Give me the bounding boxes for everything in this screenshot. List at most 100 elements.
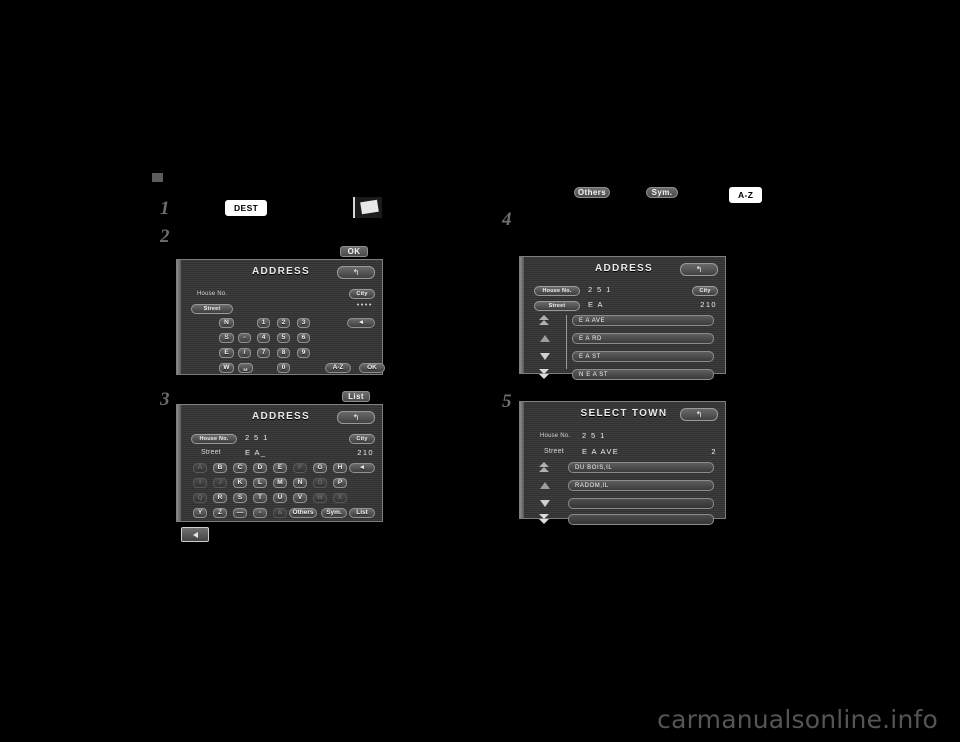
az-button-label: A-Z xyxy=(731,189,761,201)
others-button-inline[interactable]: Others xyxy=(574,187,610,198)
list-item-label: E A ST xyxy=(579,353,601,360)
key-M[interactable]: M xyxy=(273,478,287,488)
map-thumbnail-icon xyxy=(353,197,382,218)
house-no-button[interactable]: House No. xyxy=(191,434,237,444)
scroll-page-up-icon[interactable] xyxy=(538,315,551,326)
return-icon[interactable]: ↰ xyxy=(337,411,375,424)
key-N[interactable]: N xyxy=(219,318,234,328)
list-item[interactable]: RADOM,IL xyxy=(568,480,714,491)
key-X[interactable]: X xyxy=(333,493,347,503)
key-2[interactable]: 2 xyxy=(277,318,290,328)
key-Z[interactable]: Z xyxy=(213,508,227,518)
step-3-number: 3 xyxy=(160,389,170,410)
key-H[interactable]: H xyxy=(333,463,347,473)
key-space[interactable]: ␣ xyxy=(238,363,253,373)
key-hyphen[interactable]: - xyxy=(253,508,267,518)
key-space[interactable]: — xyxy=(233,508,247,518)
key-9[interactable]: 9 xyxy=(297,348,310,358)
result-count: 2 xyxy=(711,447,717,456)
scroll-down-icon[interactable] xyxy=(538,498,551,509)
key-L[interactable]: L xyxy=(253,478,267,488)
key-8[interactable]: 8 xyxy=(277,348,290,358)
key-hyphen[interactable]: - xyxy=(238,333,251,343)
key-0[interactable]: 0 xyxy=(277,363,290,373)
scroll-page-down-icon[interactable] xyxy=(538,369,551,380)
city-button[interactable]: City xyxy=(349,289,375,299)
key-S[interactable]: S xyxy=(219,333,234,343)
street-value: E A AVE xyxy=(582,447,620,456)
list-button-step3[interactable]: List xyxy=(342,391,370,402)
back-arrow-icon[interactable] xyxy=(181,527,209,542)
key-4[interactable]: 4 xyxy=(257,333,270,343)
key-C[interactable]: C xyxy=(233,463,247,473)
address-street-list-panel: ADDRESS ↰ House No. 2 5 1 City Street E … xyxy=(519,256,726,380)
list-item-label: E A AVE xyxy=(579,317,606,324)
sym-button-inline[interactable]: Sym. xyxy=(646,187,678,198)
return-icon[interactable]: ↰ xyxy=(680,408,718,421)
key-I[interactable]: I xyxy=(193,478,207,488)
ok-button-step2[interactable]: OK xyxy=(340,246,368,257)
key-1[interactable]: 1 xyxy=(257,318,270,328)
backspace-key[interactable]: ◄ xyxy=(349,463,375,473)
key-E[interactable]: E xyxy=(273,463,287,473)
list-item[interactable]: DU BOIS,IL xyxy=(568,462,714,473)
return-icon[interactable]: ↰ xyxy=(680,263,718,276)
key-R[interactable]: R xyxy=(213,493,227,503)
house-no-label: House No. xyxy=(197,291,228,297)
list-item[interactable] xyxy=(568,498,714,509)
key-G[interactable]: G xyxy=(313,463,327,473)
house-no-value: 2 5 1 xyxy=(588,285,612,294)
key-A[interactable]: A xyxy=(193,463,207,473)
return-icon[interactable]: ↰ xyxy=(337,266,375,279)
key-V[interactable]: V xyxy=(293,493,307,503)
key-D[interactable]: D xyxy=(253,463,267,473)
address-alpha-panel: ADDRESS ↰ House No. 2 5 1 City Street E … xyxy=(176,404,383,522)
scroll-up-icon[interactable] xyxy=(538,480,551,491)
city-button[interactable]: City xyxy=(349,434,375,444)
key-Y[interactable]: Y xyxy=(193,508,207,518)
list-key[interactable]: List xyxy=(349,508,375,518)
key-J[interactable]: J xyxy=(213,478,227,488)
list-item[interactable]: E A RD xyxy=(572,333,714,344)
key-O[interactable]: O xyxy=(313,478,327,488)
az-key[interactable]: A-Z xyxy=(325,363,351,373)
backspace-key[interactable]: ◄ xyxy=(347,318,375,328)
key-K[interactable]: K xyxy=(233,478,247,488)
panel-left-rail xyxy=(177,260,181,374)
ok-key[interactable]: OK xyxy=(359,363,385,373)
result-count: 210 xyxy=(357,448,374,457)
key-F[interactable]: F xyxy=(293,463,307,473)
key-W[interactable]: W xyxy=(313,493,327,503)
key-T[interactable]: T xyxy=(253,493,267,503)
scroll-page-down-icon[interactable] xyxy=(538,514,551,525)
key-B[interactable]: B xyxy=(213,463,227,473)
house-no-button[interactable]: House No. xyxy=(534,286,580,296)
key-Q[interactable]: Q xyxy=(193,493,207,503)
list-item[interactable] xyxy=(568,514,714,525)
az-button-inline[interactable]: A-Z xyxy=(729,187,763,203)
city-button[interactable]: City xyxy=(692,286,718,296)
scroll-page-up-icon[interactable] xyxy=(538,462,551,473)
list-item[interactable]: E A AVE xyxy=(572,315,714,326)
key-7[interactable]: 7 xyxy=(257,348,270,358)
key-P[interactable]: P xyxy=(333,478,347,488)
key-ampersand[interactable]: & xyxy=(273,508,287,518)
dest-button[interactable]: DEST xyxy=(225,200,268,216)
others-key[interactable]: Others xyxy=(289,508,317,518)
list-item[interactable]: N E A ST xyxy=(572,369,714,380)
key-5[interactable]: 5 xyxy=(277,333,290,343)
sym-key[interactable]: Sym. xyxy=(321,508,347,518)
scroll-down-icon[interactable] xyxy=(538,351,551,362)
key-slash[interactable]: / xyxy=(238,348,251,358)
key-E[interactable]: E xyxy=(219,348,234,358)
key-3[interactable]: 3 xyxy=(297,318,310,328)
scroll-up-icon[interactable] xyxy=(538,333,551,344)
key-N[interactable]: N xyxy=(293,478,307,488)
key-W[interactable]: W xyxy=(219,363,234,373)
key-U[interactable]: U xyxy=(273,493,287,503)
street-button[interactable]: Street xyxy=(191,304,233,314)
key-S[interactable]: S xyxy=(233,493,247,503)
key-6[interactable]: 6 xyxy=(297,333,310,343)
street-button[interactable]: Street xyxy=(534,301,580,311)
list-item[interactable]: E A ST xyxy=(572,351,714,362)
